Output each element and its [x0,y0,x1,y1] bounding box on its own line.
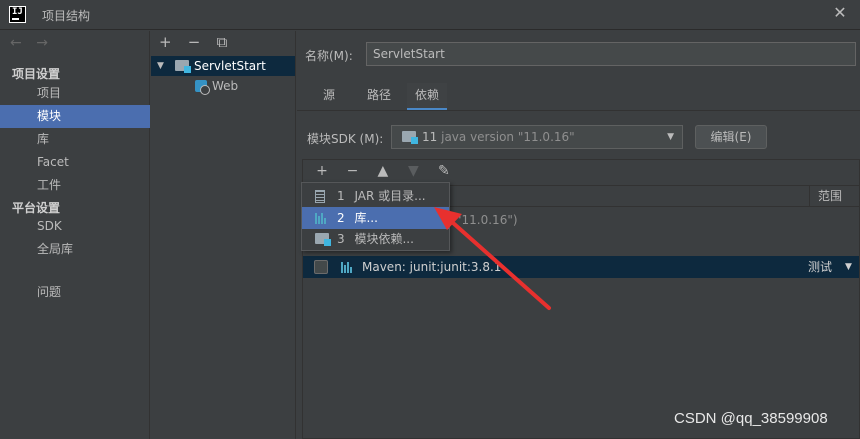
tab-dependencies[interactable]: 依赖 [407,83,448,111]
dropdown-arrow-icon: ▼ [667,132,674,142]
dependency-label: Maven: junit:junit:3.8.1 [362,260,502,274]
section-title-project-settings: 项目设置 [12,67,61,81]
sdk-version: java version "11.0.16" [441,130,575,144]
move-up-icon[interactable]: ▲ [370,163,396,179]
edit-sdk-button[interactable]: 编辑(E) [695,125,767,149]
module-tree-panel: + − ⧉ ▼ ServletStart Web [151,31,296,439]
sidebar-item-project[interactable]: 项目 [0,82,150,105]
sidebar-item-modules[interactable]: 模块 [0,105,150,128]
menu-item-label: 库... [354,211,378,225]
forward-arrow-icon[interactable]: → [36,35,48,51]
copy-module-icon[interactable]: ⧉ [217,33,241,51]
scope-column-header[interactable]: 范围 [809,186,859,206]
sidebar-item-facets[interactable]: Facet [0,151,150,174]
menu-item-jar-or-directory[interactable]: 1 JAR 或目录... [302,185,449,207]
tab-divider [297,110,860,111]
add-dependency-popup: 1 JAR 或目录... 2 库... 3 模块依赖... [301,182,450,251]
sdk-row-version: "11.0.16") [456,213,518,227]
menu-item-label: 模块依赖... [354,232,414,246]
scope-dropdown-icon[interactable]: ▼ [845,256,852,278]
back-arrow-icon[interactable]: ← [10,35,22,51]
menu-item-number: 2 [337,211,345,225]
add-module-icon[interactable]: + [159,33,183,51]
tab-sources[interactable]: 源 [315,83,343,111]
move-down-icon[interactable]: ▼ [400,163,426,179]
add-dependency-icon[interactable]: + [309,163,335,179]
module-sdk-select[interactable]: 11 java version "11.0.16" ▼ [391,125,683,149]
menu-item-number: 1 [337,189,345,203]
name-label: 名称(M): [305,49,353,63]
intellij-app-icon: IJ [9,6,26,23]
library-icon [341,261,355,273]
window-title: 项目结构 [42,9,91,23]
tree-node-label: ServletStart [194,59,266,73]
menu-item-number: 3 [337,232,345,246]
menu-item-library[interactable]: 2 库... [302,207,449,229]
jar-icon [315,190,325,203]
tree-node-label: Web [212,79,239,93]
sidebar-item-problems[interactable]: 问题 [0,281,150,304]
sdk-folder-icon [402,131,418,144]
remove-dependency-icon[interactable]: − [339,163,365,179]
sidebar-item-artifacts[interactable]: 工件 [0,174,150,197]
close-icon[interactable]: ✕ [830,3,850,23]
tab-paths[interactable]: 路径 [359,83,399,111]
sdk-value: 11 [422,130,438,144]
web-facet-icon [195,80,210,95]
library-icon [315,212,329,224]
watermark: CSDN @qq_38599908 [674,410,828,427]
module-sdk-label: 模块SDK (M): [307,132,384,146]
title-bar: IJ 项目结构 ✕ [0,0,860,30]
menu-item-label: JAR 或目录... [354,189,426,203]
remove-module-icon[interactable]: − [188,33,212,51]
tree-node-servletstart[interactable]: ▼ ServletStart [151,56,295,76]
section-title-platform-settings: 平台设置 [12,201,61,215]
module-tree-toolbar: + − ⧉ [159,33,241,51]
sidebar-item-global-libraries[interactable]: 全局库 [0,238,150,261]
settings-sidebar: ← → 项目设置 项目 模块 库 Facet 工件 平台设置 SDK 全局库 问… [0,31,150,439]
expand-chevron-icon[interactable]: ▼ [157,56,164,76]
sidebar-item-libraries[interactable]: 库 [0,128,150,151]
export-checkbox[interactable] [314,260,328,274]
table-row[interactable]: Maven: junit:junit:3.8.1 测试 ▼ [303,256,859,278]
menu-item-module-dependency[interactable]: 3 模块依赖... [302,228,449,250]
module-icon [315,233,331,246]
edit-pencil-icon[interactable]: ✎ [431,163,457,179]
module-name-input[interactable]: ServletStart [366,42,856,66]
module-folder-icon [175,60,191,73]
nav-arrows: ← → [10,35,58,51]
tree-node-web[interactable]: Web [151,76,295,96]
sidebar-item-sdks[interactable]: SDK [0,215,150,238]
scope-value[interactable]: 测试 [808,256,832,278]
